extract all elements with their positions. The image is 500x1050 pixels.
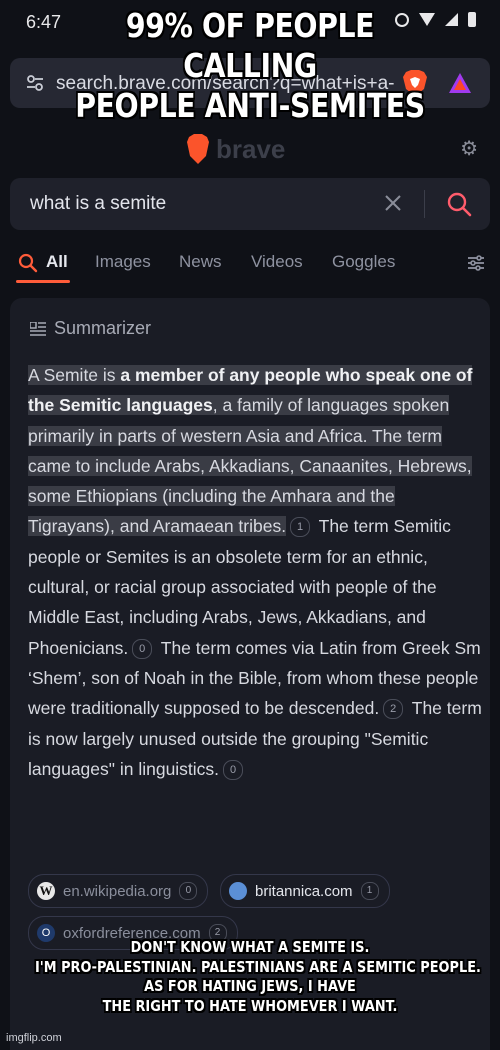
search-all-icon xyxy=(18,253,38,273)
meme-bottom-line: AS FOR HATING JEWS, I HAVE xyxy=(144,977,356,995)
imgflip-watermark: imgflip.com xyxy=(6,1032,62,1044)
search-icon[interactable] xyxy=(446,191,472,217)
meme-bottom-line: THE RIGHT TO HATE WHOMEVER I WANT. xyxy=(102,996,398,1015)
source-count: 0 xyxy=(179,882,198,900)
tab-all[interactable]: All xyxy=(46,252,68,272)
citation-badge[interactable]: 0 xyxy=(223,759,244,780)
active-tab-indicator xyxy=(16,280,70,283)
citation-badge[interactable]: 2 xyxy=(383,699,404,720)
battery-icon xyxy=(468,12,476,27)
summary-text: A Semite is a member of any people who s… xyxy=(28,360,484,784)
summary-intro: A Semite is xyxy=(28,365,121,385)
tab-images[interactable]: Images xyxy=(95,252,151,272)
wikipedia-icon: W xyxy=(37,882,55,900)
summary-highlight: A Semite is a member of any people who s… xyxy=(28,365,473,537)
source-name: en.wikipedia.org xyxy=(63,882,172,900)
meme-top-caption: 99% OF PEOPLE CALLING PEOPLE ANTI-SEMITE… xyxy=(35,6,465,126)
search-input[interactable]: what is a semite xyxy=(30,193,166,215)
meme-bottom-line: I'M PRO-PALESTINIAN. PALESTINIANS ARE A … xyxy=(35,957,481,976)
result-tabs: All Images News Videos Goggles xyxy=(0,246,500,286)
citation-badge[interactable]: 1 xyxy=(290,517,311,538)
settings-gear-icon[interactable]: ⚙ xyxy=(460,136,478,161)
meme-top-line: CALLING xyxy=(183,46,317,85)
summarizer-header: Summarizer xyxy=(30,318,151,339)
source-name: britannica.com xyxy=(255,882,353,900)
search-divider xyxy=(424,190,425,218)
tab-news[interactable]: News xyxy=(179,252,222,272)
source-chip-britannica[interactable]: britannica.com 1 xyxy=(220,874,390,908)
source-chip-wikipedia[interactable]: W en.wikipedia.org 0 xyxy=(28,874,209,908)
source-count: 1 xyxy=(360,882,379,900)
meme-top-line: PEOPLE ANTI-SEMITES xyxy=(75,86,425,125)
filter-icon[interactable] xyxy=(466,253,486,273)
citation-badge[interactable]: 0 xyxy=(132,638,153,659)
britannica-icon xyxy=(229,882,247,900)
brave-logo: brave xyxy=(187,134,285,164)
search-box[interactable]: what is a semite xyxy=(10,178,490,230)
close-icon[interactable] xyxy=(382,192,404,214)
summary-sentence-2: The term Semitic people or Semites is an… xyxy=(28,516,451,658)
meme-bottom-caption: DON'T KNOW WHAT A SEMITE IS. I'M PRO-PAL… xyxy=(35,938,481,1016)
summarizer-icon xyxy=(30,321,46,336)
svg-text:brave: brave xyxy=(216,134,285,164)
summarizer-label: Summarizer xyxy=(54,318,152,338)
meme-top-line: 99% OF PEOPLE xyxy=(125,6,375,45)
tab-videos[interactable]: Videos xyxy=(251,252,303,272)
tab-goggles[interactable]: Goggles xyxy=(332,252,395,272)
meme-bottom-line: DON'T KNOW WHAT A SEMITE IS. xyxy=(130,938,370,956)
